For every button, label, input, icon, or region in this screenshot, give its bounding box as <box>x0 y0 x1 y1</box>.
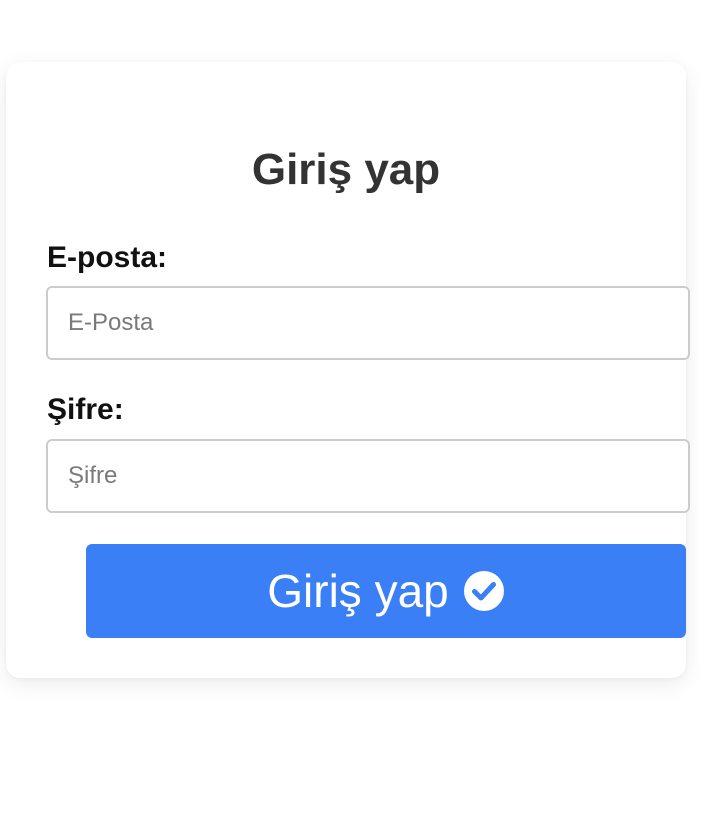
login-button[interactable]: Giriş yap <box>86 544 686 638</box>
password-label: Şifre: <box>47 393 124 426</box>
password-field[interactable] <box>46 439 690 513</box>
email-label: E-posta: <box>47 241 167 274</box>
login-card: Giriş yap E-posta: Şifre: Giriş yap <box>6 62 690 678</box>
page-title: Giriş yap <box>251 145 441 194</box>
email-field[interactable] <box>46 286 690 360</box>
login-button-label: Giriş yap <box>267 565 449 617</box>
check-circle-icon <box>463 570 505 612</box>
